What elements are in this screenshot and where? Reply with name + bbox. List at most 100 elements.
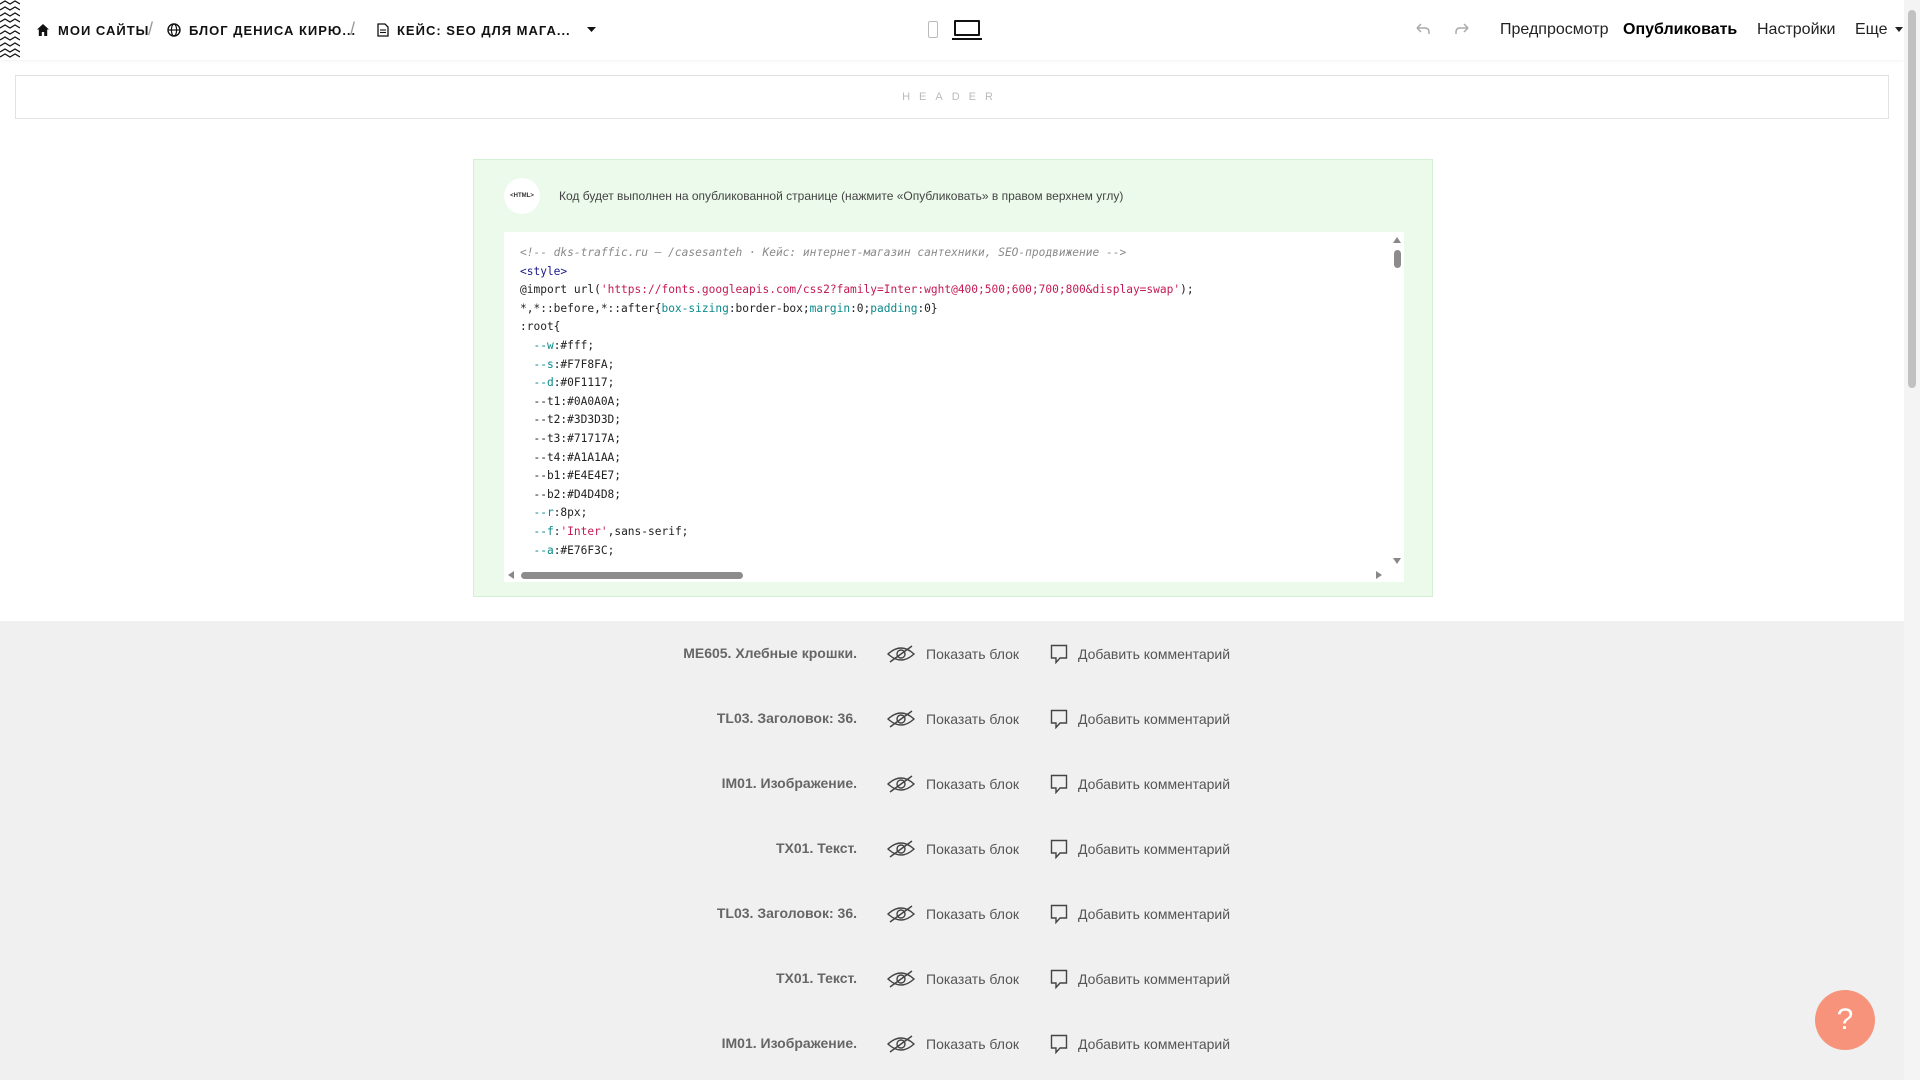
more-menu-button[interactable]: Еще (1855, 21, 1904, 39)
help-button[interactable]: ? (1815, 990, 1875, 1050)
settings-button[interactable]: Настройки (1757, 21, 1835, 39)
add-comment-label: Добавить комментарий (1078, 1036, 1231, 1052)
show-block-button[interactable]: Показать блок (886, 770, 1019, 798)
scroll-left-arrow-icon[interactable] (508, 571, 514, 579)
code-token: --b2:#D4D4D8; (520, 487, 622, 501)
comment-icon (1050, 774, 1068, 794)
code-token: :#0F1117; (553, 376, 615, 390)
redo-icon[interactable] (1453, 20, 1473, 40)
undo-icon[interactable] (1412, 20, 1432, 40)
add-comment-button[interactable]: Добавить комментарий (1050, 770, 1230, 798)
add-comment-button[interactable]: Добавить комментарий (1050, 965, 1230, 993)
code-token: :0} (917, 301, 938, 315)
page-scrollbar[interactable] (1904, 0, 1920, 1080)
show-block-button[interactable]: Показать блок (886, 900, 1019, 928)
add-comment-button[interactable]: Добавить комментарий (1050, 900, 1230, 928)
code-token: --s (520, 357, 554, 371)
code-token: --t2:#3D3D3D; (520, 413, 622, 427)
breadcrumb-blog[interactable]: БЛОГ ДЕНИСА КИРЮ... (167, 20, 356, 40)
desktop-view-base (952, 38, 982, 40)
header-block[interactable]: HEADER (15, 75, 1889, 119)
hidden-block-row: ME605. Хлебные крошки. Показать блок Добав… (0, 634, 1904, 674)
code-editor[interactable]: <!-- dks-traffic.ru — /casesanteh · Кейс… (504, 232, 1404, 582)
code-token: :8px; (553, 506, 588, 520)
mobile-view-icon[interactable] (928, 21, 938, 38)
breadcrumb-label: БЛОГ ДЕНИСА КИРЮ... (189, 22, 357, 38)
code-line: <style> (520, 263, 1194, 282)
add-comment-label: Добавить комментарий (1078, 776, 1231, 792)
code-token: --w (520, 338, 554, 352)
hidden-block-row: IM01. Изображение. Показать блок Добавить … (0, 1024, 1904, 1064)
logo-icon[interactable] (0, 0, 20, 58)
code-token: box-sizing (661, 301, 729, 315)
breadcrumb-my-sites[interactable]: МОИ САЙТЫ (36, 20, 149, 40)
page-scrollbar-thumb[interactable] (1908, 10, 1916, 388)
code-vertical-scroll-thumb[interactable] (1394, 250, 1401, 268)
document-icon (377, 23, 389, 37)
breadcrumb-separator: / (148, 19, 154, 39)
code-token: --f (520, 524, 554, 538)
code-token: --d (520, 376, 554, 390)
code-token: :#E76F3C; (553, 543, 615, 557)
show-block-button[interactable]: Показать блок (886, 965, 1019, 993)
code-vertical-scrollbar[interactable] (1390, 232, 1404, 567)
show-block-button[interactable]: Показать блок (886, 1030, 1019, 1058)
home-icon (37, 24, 49, 36)
preview-button[interactable]: Предпросмотр (1500, 21, 1609, 39)
eye-hidden-icon (886, 775, 916, 793)
code-token: --t1:#0A0A0A; (520, 394, 622, 408)
add-comment-button[interactable]: Добавить комментарий (1050, 1030, 1230, 1058)
show-block-label: Показать блок (926, 646, 1020, 662)
show-block-label: Показать блок (926, 841, 1020, 857)
code-token: --a (520, 543, 554, 557)
desktop-view-icon[interactable] (954, 20, 980, 36)
add-comment-label: Добавить комментарий (1078, 906, 1231, 922)
add-comment-button[interactable]: Добавить комментарий (1050, 835, 1230, 863)
header-block-label: HEADER (902, 91, 1002, 103)
comment-icon (1050, 904, 1068, 924)
breadcrumb-page[interactable]: КЕЙС: SEO ДЛЯ МАГА... (377, 20, 596, 40)
scroll-down-arrow-icon[interactable] (1393, 558, 1401, 564)
eye-hidden-icon (886, 645, 916, 663)
comment-icon (1050, 839, 1068, 859)
caret-down-icon[interactable] (586, 27, 596, 33)
scroll-up-arrow-icon[interactable] (1393, 237, 1401, 243)
code-horizontal-scroll-thumb[interactable] (521, 572, 743, 579)
comment-icon (1050, 709, 1068, 729)
code-token: ); (1180, 283, 1194, 297)
scroll-right-arrow-icon[interactable] (1376, 571, 1382, 579)
code-horizontal-scrollbar[interactable] (504, 568, 1404, 582)
code-line: @import url('https://fonts.googleapis.co… (520, 281, 1194, 300)
show-block-button[interactable]: Показать блок (886, 835, 1019, 863)
hidden-block-title: TX01. Текст. (775, 840, 857, 856)
hidden-block-title: ME605. Хлебные крошки. (683, 645, 857, 661)
code-line: --t1:#0A0A0A; (520, 393, 1194, 412)
code-line: :root{ (520, 318, 1194, 337)
code-content[interactable]: <!-- dks-traffic.ru — /casesanteh · Кейс… (520, 244, 1194, 560)
publish-button[interactable]: Опубликовать (1623, 21, 1737, 39)
breadcrumb-label: МОИ САЙТЫ (58, 22, 150, 38)
add-comment-label: Добавить комментарий (1078, 841, 1231, 857)
show-block-button[interactable]: Показать блок (886, 705, 1019, 733)
code-token: 'https://fonts.googleapis.com/css2?famil… (600, 283, 1181, 297)
code-line: *,*::before,*::after{box-sizing:border-b… (520, 300, 1194, 319)
html-code-block[interactable]: <HTML> Код будет выполнен на опубликован… (473, 159, 1433, 597)
eye-hidden-icon (886, 970, 916, 988)
show-block-button[interactable]: Показать блок (886, 640, 1019, 668)
show-block-label: Показать блок (926, 1036, 1020, 1052)
code-token: margin (809, 301, 851, 315)
code-line: --f:'Inter',sans-serif; (520, 523, 1194, 542)
hidden-block-title: IM01. Изображение. (721, 1035, 857, 1051)
add-comment-button[interactable]: Добавить комментарий (1050, 705, 1230, 733)
comment-icon (1050, 969, 1068, 989)
hidden-block-row: TX01. Текст. Показать блок Добавить коммен… (0, 959, 1904, 999)
code-token: :#fff; (553, 338, 595, 352)
code-line: --b2:#D4D4D8; (520, 486, 1194, 505)
eye-hidden-icon (886, 1035, 916, 1053)
eye-hidden-icon (886, 905, 916, 923)
eye-hidden-icon (886, 840, 916, 858)
hidden-block-title: IM01. Изображение. (721, 775, 857, 791)
add-comment-button[interactable]: Добавить комментарий (1050, 640, 1230, 668)
code-token: <!-- dks-traffic.ru — /casesanteh · Кейс… (520, 246, 1127, 259)
code-token: --t4:#A1A1AA; (520, 450, 622, 464)
